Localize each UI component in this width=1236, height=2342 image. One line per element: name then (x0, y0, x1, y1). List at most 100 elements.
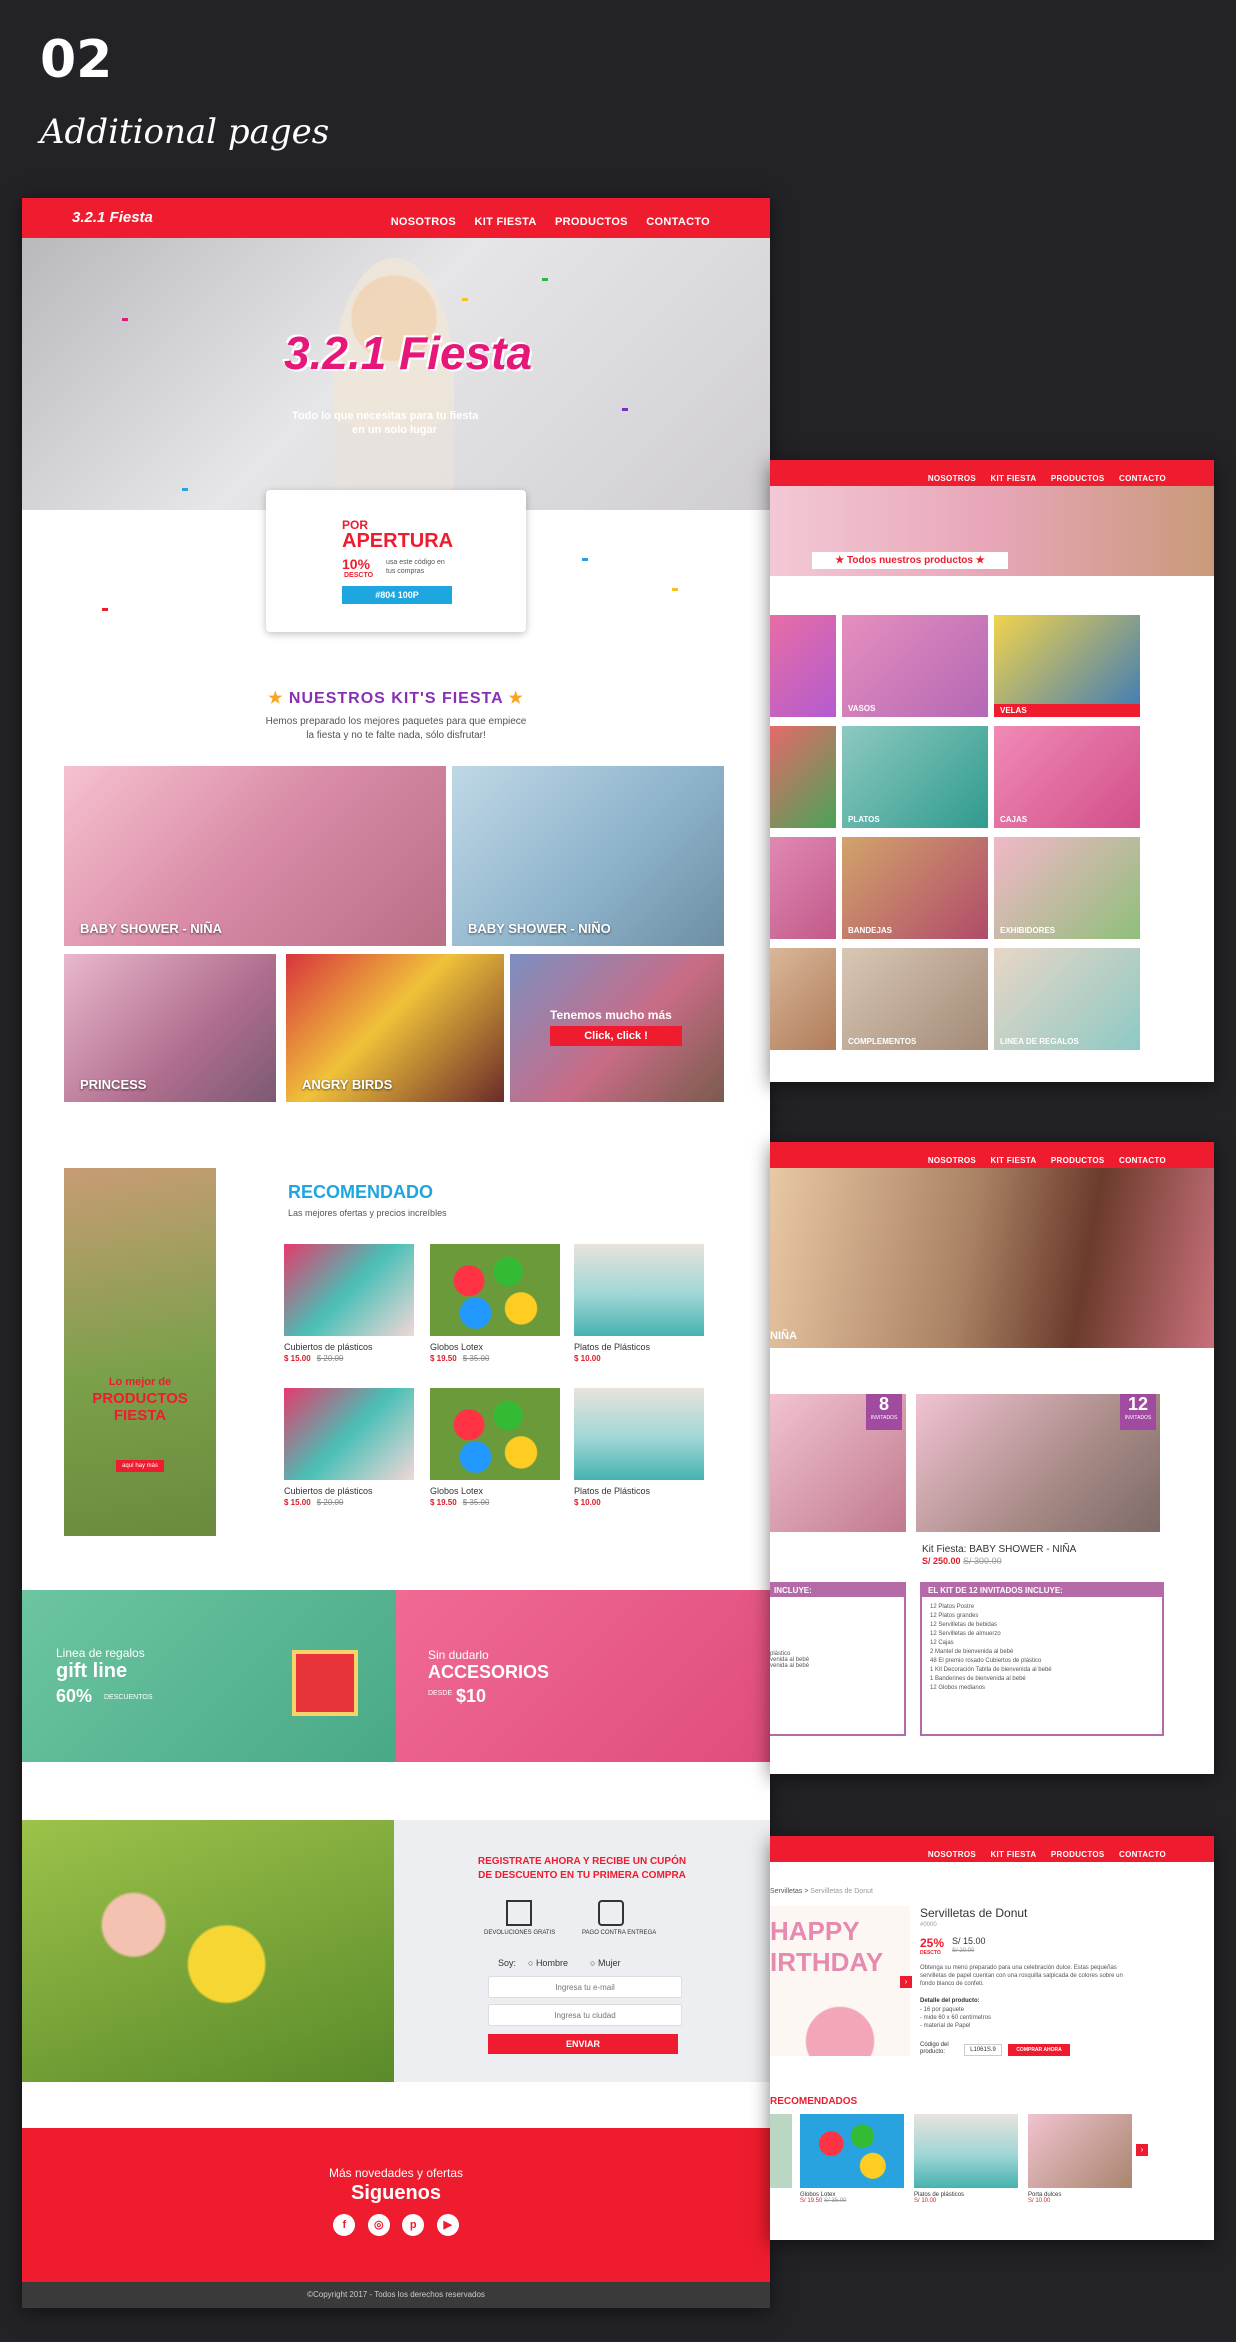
product-card[interactable]: Cubiertos de plásticos $ 15.00 $ 20.00 (284, 1244, 414, 1363)
product-card[interactable]: Globos Lotex $ 19.50 $ 35.00 (430, 1244, 560, 1363)
promo-code[interactable]: #804 100P (342, 586, 452, 604)
nav-contacto[interactable]: CONTACTO (646, 216, 710, 228)
category-bandejas[interactable]: BANDEJAS (842, 837, 988, 939)
section-title: Additional pages (40, 112, 330, 152)
products-page: NOSOTROS KIT FIESTA PRODUCTOS CONTACTO ★… (770, 460, 1214, 1082)
kit-tile-label: ANGRY BIRDS (302, 1077, 393, 1092)
social-icons: f ◎ p ▶ (22, 2214, 770, 2236)
nav-kit-fiesta[interactable]: KIT FIESTA (990, 1156, 1036, 1165)
kits-subtitle-2: la fiesta y no te falte nada, sólo disfr… (306, 730, 486, 741)
top-nav: NOSOTROS KIT FIESTA PRODUCTOS CONTACTO (770, 1836, 1214, 1862)
category-velas[interactable]: VELAS (994, 615, 1140, 717)
guests-badge: 12 INVITADOS (1120, 1394, 1156, 1430)
product-image (430, 1388, 560, 1480)
category-partial[interactable] (770, 726, 836, 828)
gift-line-banner[interactable]: Linea de regalos gift line 60% DESCUENTO… (22, 1590, 396, 1762)
nav-productos[interactable]: PRODUCTOS (555, 216, 628, 228)
kit-page: NOSOTROS KIT FIESTA PRODUCTOS CONTACTO N… (770, 1142, 1214, 1774)
product-card[interactable]: Platos de Plásticos $ 10.00 (574, 1244, 704, 1363)
category-vasos[interactable]: VASOS (842, 615, 988, 717)
kit-tile-label: BABY SHOWER - NIÑO (468, 921, 611, 936)
acc-4: $10 (456, 1686, 487, 1706)
confetti (462, 298, 468, 301)
recommended-promo[interactable]: Lo mejor de PRODUCTOS FIESTA aquí hay má… (64, 1168, 216, 1536)
rec-card[interactable]: Globos Lotex S/ 19.50 S/ 35.00 (800, 2114, 904, 2204)
rec-card[interactable]: Porta dulces S/ 10.00 (1028, 2114, 1132, 2204)
email-field[interactable] (488, 1976, 682, 1998)
nav-productos[interactable]: PRODUCTOS (1051, 474, 1105, 483)
rec-next-arrow[interactable]: › (1136, 2144, 1148, 2156)
product-price: $ 19.50 $ 35.00 (430, 1354, 490, 1363)
top-nav: NOSOTROS KIT FIESTA PRODUCTOS CONTACTO (770, 460, 1214, 486)
promo-note: usa este código en tus compras (386, 559, 445, 575)
rec-card[interactable]: Platos de plásticos S/ 10.00 (914, 2114, 1018, 2204)
buy-button[interactable]: COMPRAR AHORA (1008, 2044, 1070, 2056)
gift-line-1: Linea de regalos (56, 1646, 145, 1660)
kit-tile-baby-shower-nina[interactable]: BABY SHOWER - NIÑA (64, 766, 446, 946)
kit-tile-angry-birds[interactable]: ANGRY BIRDS (286, 954, 504, 1102)
category-platos[interactable]: PLATOS (842, 726, 988, 828)
confetti (672, 588, 678, 591)
kit-tile-more[interactable]: Tenemos mucho más Click, click ! (510, 954, 724, 1102)
product-sku: #0000 (920, 1922, 937, 1928)
recommended-promo-button[interactable]: aquí hay más (116, 1460, 164, 1472)
category-complementos[interactable]: COMPLEMENTOS (842, 948, 988, 1050)
radio-mujer[interactable]: ○ Mujer (590, 1958, 620, 1968)
breadcrumb-item[interactable]: Servilletas (770, 1888, 802, 1895)
nav-contacto[interactable]: CONTACTO (1119, 474, 1166, 483)
instagram-icon[interactable]: ◎ (367, 2214, 390, 2236)
kids-party-photo (22, 1820, 394, 2082)
promo-line2: APERTURA (342, 530, 454, 552)
nav-productos[interactable]: PRODUCTOS (1051, 1850, 1105, 1859)
kit-option-12[interactable]: 12 INVITADOS (916, 1394, 1160, 1532)
gift-box-icon (292, 1650, 358, 1716)
more-button[interactable]: Click, click ! (550, 1026, 682, 1046)
includes-item: 12 Servilletas de bebidas (930, 1622, 998, 1628)
nav-productos[interactable]: PRODUCTOS (1051, 1156, 1105, 1165)
category-linea-de-regalos[interactable]: LINEA DE REGALOS (994, 948, 1140, 1050)
kit-tile-princess[interactable]: PRINCESS (64, 954, 276, 1102)
kits-title: ★ NUESTROS KIT'S FIESTA ★ (22, 688, 770, 708)
site-logo[interactable]: 3.2.1 Fiesta (72, 209, 153, 226)
radio-hombre[interactable]: ○ Hombre (528, 1958, 568, 1968)
category-partial[interactable] (770, 837, 836, 939)
includes-title: EL KIT DE 12 INVITADOS INCLUYE: (922, 1584, 1162, 1597)
image-next-arrow[interactable]: › (900, 1976, 912, 1988)
nav-nosotros[interactable]: NOSOTROS (391, 216, 456, 228)
nav-kit-fiesta[interactable]: KIT FIESTA (990, 474, 1036, 483)
pinterest-icon[interactable]: p (402, 2214, 425, 2236)
rec-image (914, 2114, 1018, 2188)
includes-item: 12 Servilletas de almuerzo (930, 1631, 1001, 1637)
top-nav: 3.2.1 Fiesta NOSOTROS KIT FIESTA PRODUCT… (22, 198, 770, 238)
product-name: Platos de Plásticos (574, 1486, 651, 1496)
youtube-icon[interactable]: ▶ (436, 2214, 459, 2236)
submit-button[interactable]: ENVIAR (488, 2034, 678, 2054)
category-partial[interactable] (770, 948, 836, 1050)
recommended-title: RECOMENDADO (288, 1182, 434, 1202)
nav-contacto[interactable]: CONTACTO (1119, 1850, 1166, 1859)
rec-image-partial[interactable] (770, 2114, 792, 2188)
details-title: Detalle del producto: (920, 1998, 980, 2004)
kit-hero-label: NIÑA (770, 1330, 797, 1342)
city-field[interactable] (488, 2004, 682, 2026)
nav-nosotros[interactable]: NOSOTROS (928, 1850, 976, 1859)
product-card[interactable]: Platos de Plásticos $ 10.00 (574, 1388, 704, 1507)
kit-tile-baby-shower-nino[interactable]: BABY SHOWER - NIÑO (452, 766, 724, 946)
kit-option-8[interactable]: 8 INVITADOS (770, 1394, 906, 1532)
product-card[interactable]: Globos Lotex $ 19.50 $ 35.00 (430, 1388, 560, 1507)
nav-contacto[interactable]: CONTACTO (1119, 1156, 1166, 1165)
kit-tile-label: PRINCESS (80, 1077, 147, 1092)
nav-nosotros[interactable]: NOSOTROS (928, 474, 976, 483)
guests-badge: 8 INVITADOS (866, 1394, 902, 1430)
nav-kit-fiesta[interactable]: KIT FIESTA (475, 216, 537, 228)
category-exhibidores[interactable]: EXHIBIDORES (994, 837, 1140, 939)
promo-percent: 10% (342, 556, 371, 572)
facebook-icon[interactable]: f (333, 2214, 356, 2236)
accessories-banner[interactable]: Sin dudarlo ACCESORIOS DESDE $10 (396, 1590, 770, 1762)
category-partial[interactable] (770, 615, 836, 717)
kits-subtitle-1: Hemos preparado los mejores paquetes par… (265, 716, 527, 727)
product-card[interactable]: Cubiertos de plásticos $ 15.00 $ 20.00 (284, 1388, 414, 1507)
nav-nosotros[interactable]: NOSOTROS (928, 1156, 976, 1165)
category-cajas[interactable]: CAJAS (994, 726, 1140, 828)
nav-kit-fiesta[interactable]: KIT FIESTA (990, 1850, 1036, 1859)
